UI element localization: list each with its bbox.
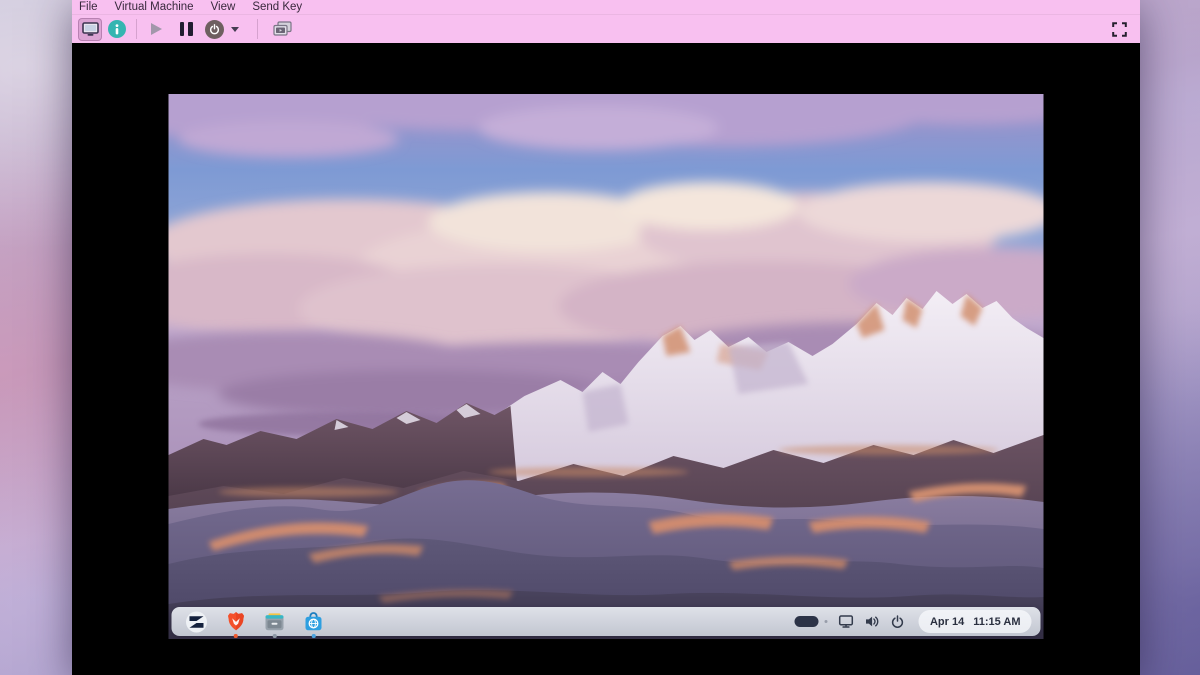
toolbar-separator <box>136 19 137 39</box>
display-icon <box>838 614 853 629</box>
fullscreen-button[interactable] <box>1107 18 1131 41</box>
show-graphical-console-button[interactable] <box>78 18 102 41</box>
clock[interactable]: Apr 14 11:15 AM <box>919 610 1032 633</box>
toolbar <box>72 15 1140 43</box>
show-hardware-details-button[interactable] <box>105 18 129 41</box>
battery-icon <box>794 616 818 627</box>
guest-taskbar: Apr 14 11:15 AM <box>172 607 1041 636</box>
pause-button[interactable] <box>174 18 198 41</box>
toolbar-separator <box>257 19 258 39</box>
snapshots-button[interactable] <box>270 18 294 41</box>
battery-indicator[interactable] <box>794 616 828 627</box>
shutdown-button[interactable] <box>202 18 226 41</box>
display-settings-button[interactable] <box>838 614 854 630</box>
menu-send-key[interactable]: Send Key <box>252 1 302 13</box>
vm-viewer-window: File Virtual Machine View Send Key <box>72 0 1140 675</box>
brave-browser-icon <box>225 610 246 633</box>
menu-file[interactable]: File <box>79 1 98 13</box>
fullscreen-icon <box>1112 22 1127 37</box>
chevron-down-icon <box>231 27 239 32</box>
volume-icon <box>864 614 879 629</box>
zorin-menu-icon <box>185 610 209 634</box>
guest-wallpaper <box>169 94 1044 639</box>
play-icon <box>151 23 162 35</box>
menu-virtual-machine[interactable]: Virtual Machine <box>115 1 194 13</box>
virtual-display-icon <box>82 22 99 37</box>
host-desktop: { "window": { "menubar": { "items": [ { … <box>0 0 1200 675</box>
vm-display[interactable]: Apr 14 11:15 AM <box>72 43 1140 675</box>
shutdown-menu-button[interactable] <box>227 18 243 41</box>
battery-dot <box>824 620 828 624</box>
snapshots-icon <box>273 21 292 37</box>
volume-button[interactable] <box>864 614 880 630</box>
running-indicator-dot <box>234 634 238 638</box>
power-menu-button[interactable] <box>890 614 906 630</box>
software-store-launcher[interactable] <box>302 610 326 634</box>
software-store-icon <box>303 611 325 633</box>
files-launcher[interactable] <box>263 610 287 634</box>
brave-browser-launcher[interactable] <box>224 610 248 634</box>
running-indicator-dot <box>312 634 316 638</box>
clock-time: 11:15 AM <box>973 616 1020 628</box>
system-tray: Apr 14 11:15 AM <box>794 610 1031 633</box>
info-icon <box>108 20 126 38</box>
power-icon <box>205 20 224 39</box>
pause-icon <box>180 22 193 36</box>
clock-date: Apr 14 <box>930 616 964 628</box>
menubar: File Virtual Machine View Send Key <box>72 0 1140 15</box>
run-button[interactable] <box>144 18 168 41</box>
menu-view[interactable]: View <box>211 1 236 13</box>
power-icon <box>891 615 905 629</box>
dock <box>185 610 326 634</box>
guest-screen[interactable]: Apr 14 11:15 AM <box>169 94 1044 639</box>
files-icon <box>264 611 286 633</box>
zorin-menu-button[interactable] <box>185 610 209 634</box>
running-indicator-dot <box>273 634 277 638</box>
